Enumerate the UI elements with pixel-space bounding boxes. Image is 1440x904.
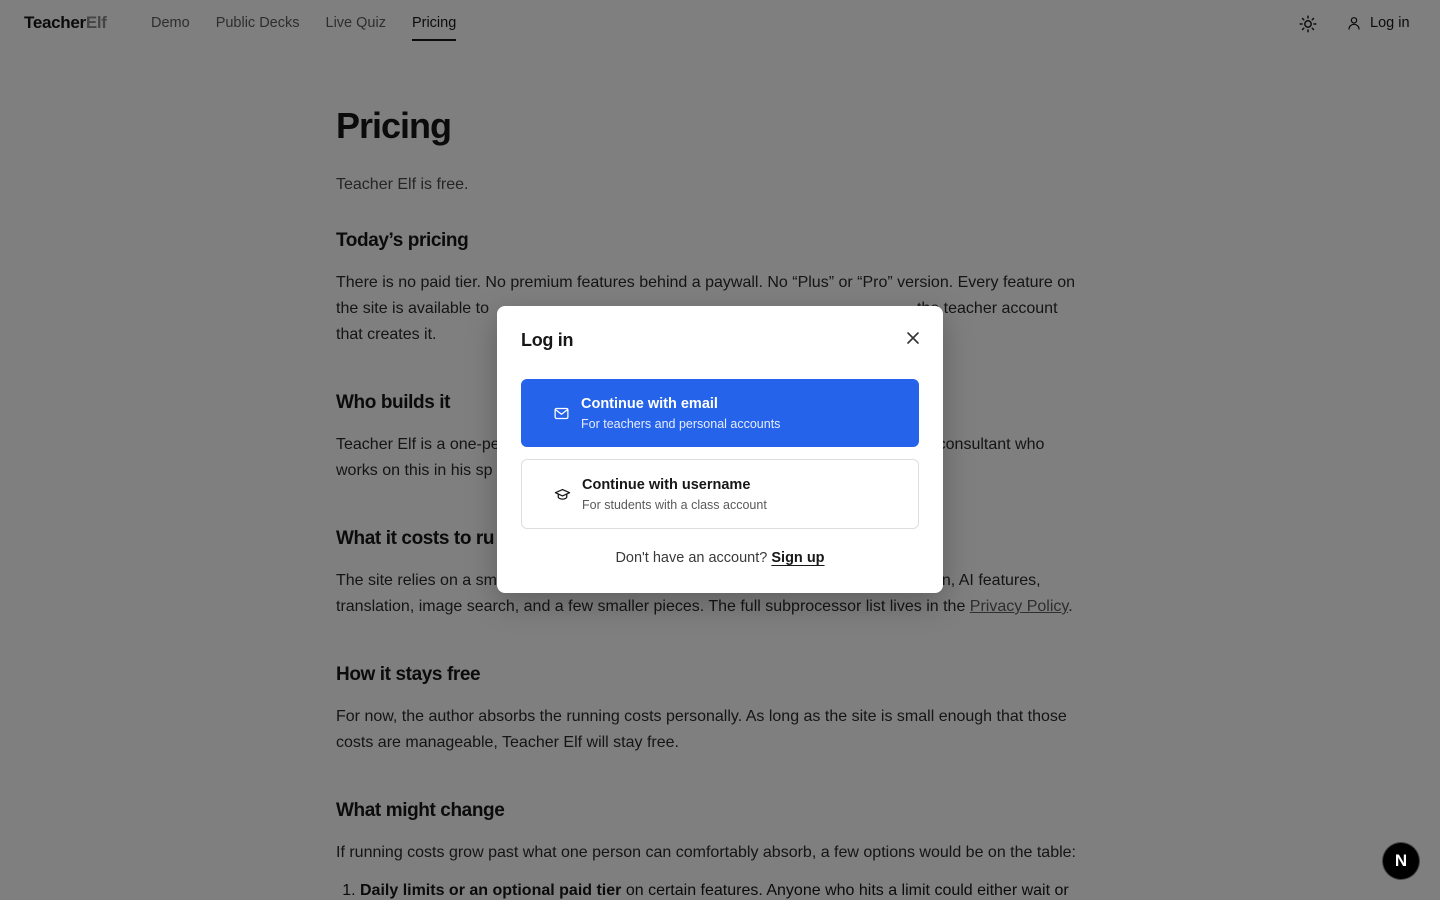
continue-with-username-button[interactable]: Continue with username For students with… [521,459,919,529]
email-option-title: Continue with email [581,396,718,412]
close-icon [907,332,919,344]
username-option-title: Continue with username [582,477,751,493]
sign-up-link[interactable]: Sign up [771,550,824,566]
continue-with-email-button[interactable]: Continue with email For teachers and per… [521,379,919,447]
signup-prompt-text: Don't have an account? [615,550,768,566]
dev-tools-badge[interactable]: N [1383,843,1419,879]
login-modal: Log in Continue with email For teachers … [497,306,943,593]
signup-prompt: Don't have an account? Sign up [497,550,943,566]
modal-title: Log in [521,330,574,350]
email-option-text: Continue with email For teachers and per… [581,395,780,433]
mail-icon [552,404,570,422]
username-option-subtitle: For students with a class account [582,498,767,512]
graduation-cap-icon [553,485,571,503]
username-option-text: Continue with username For students with… [582,476,767,514]
email-option-subtitle: For teachers and personal accounts [581,417,781,431]
close-button[interactable] [903,328,923,348]
